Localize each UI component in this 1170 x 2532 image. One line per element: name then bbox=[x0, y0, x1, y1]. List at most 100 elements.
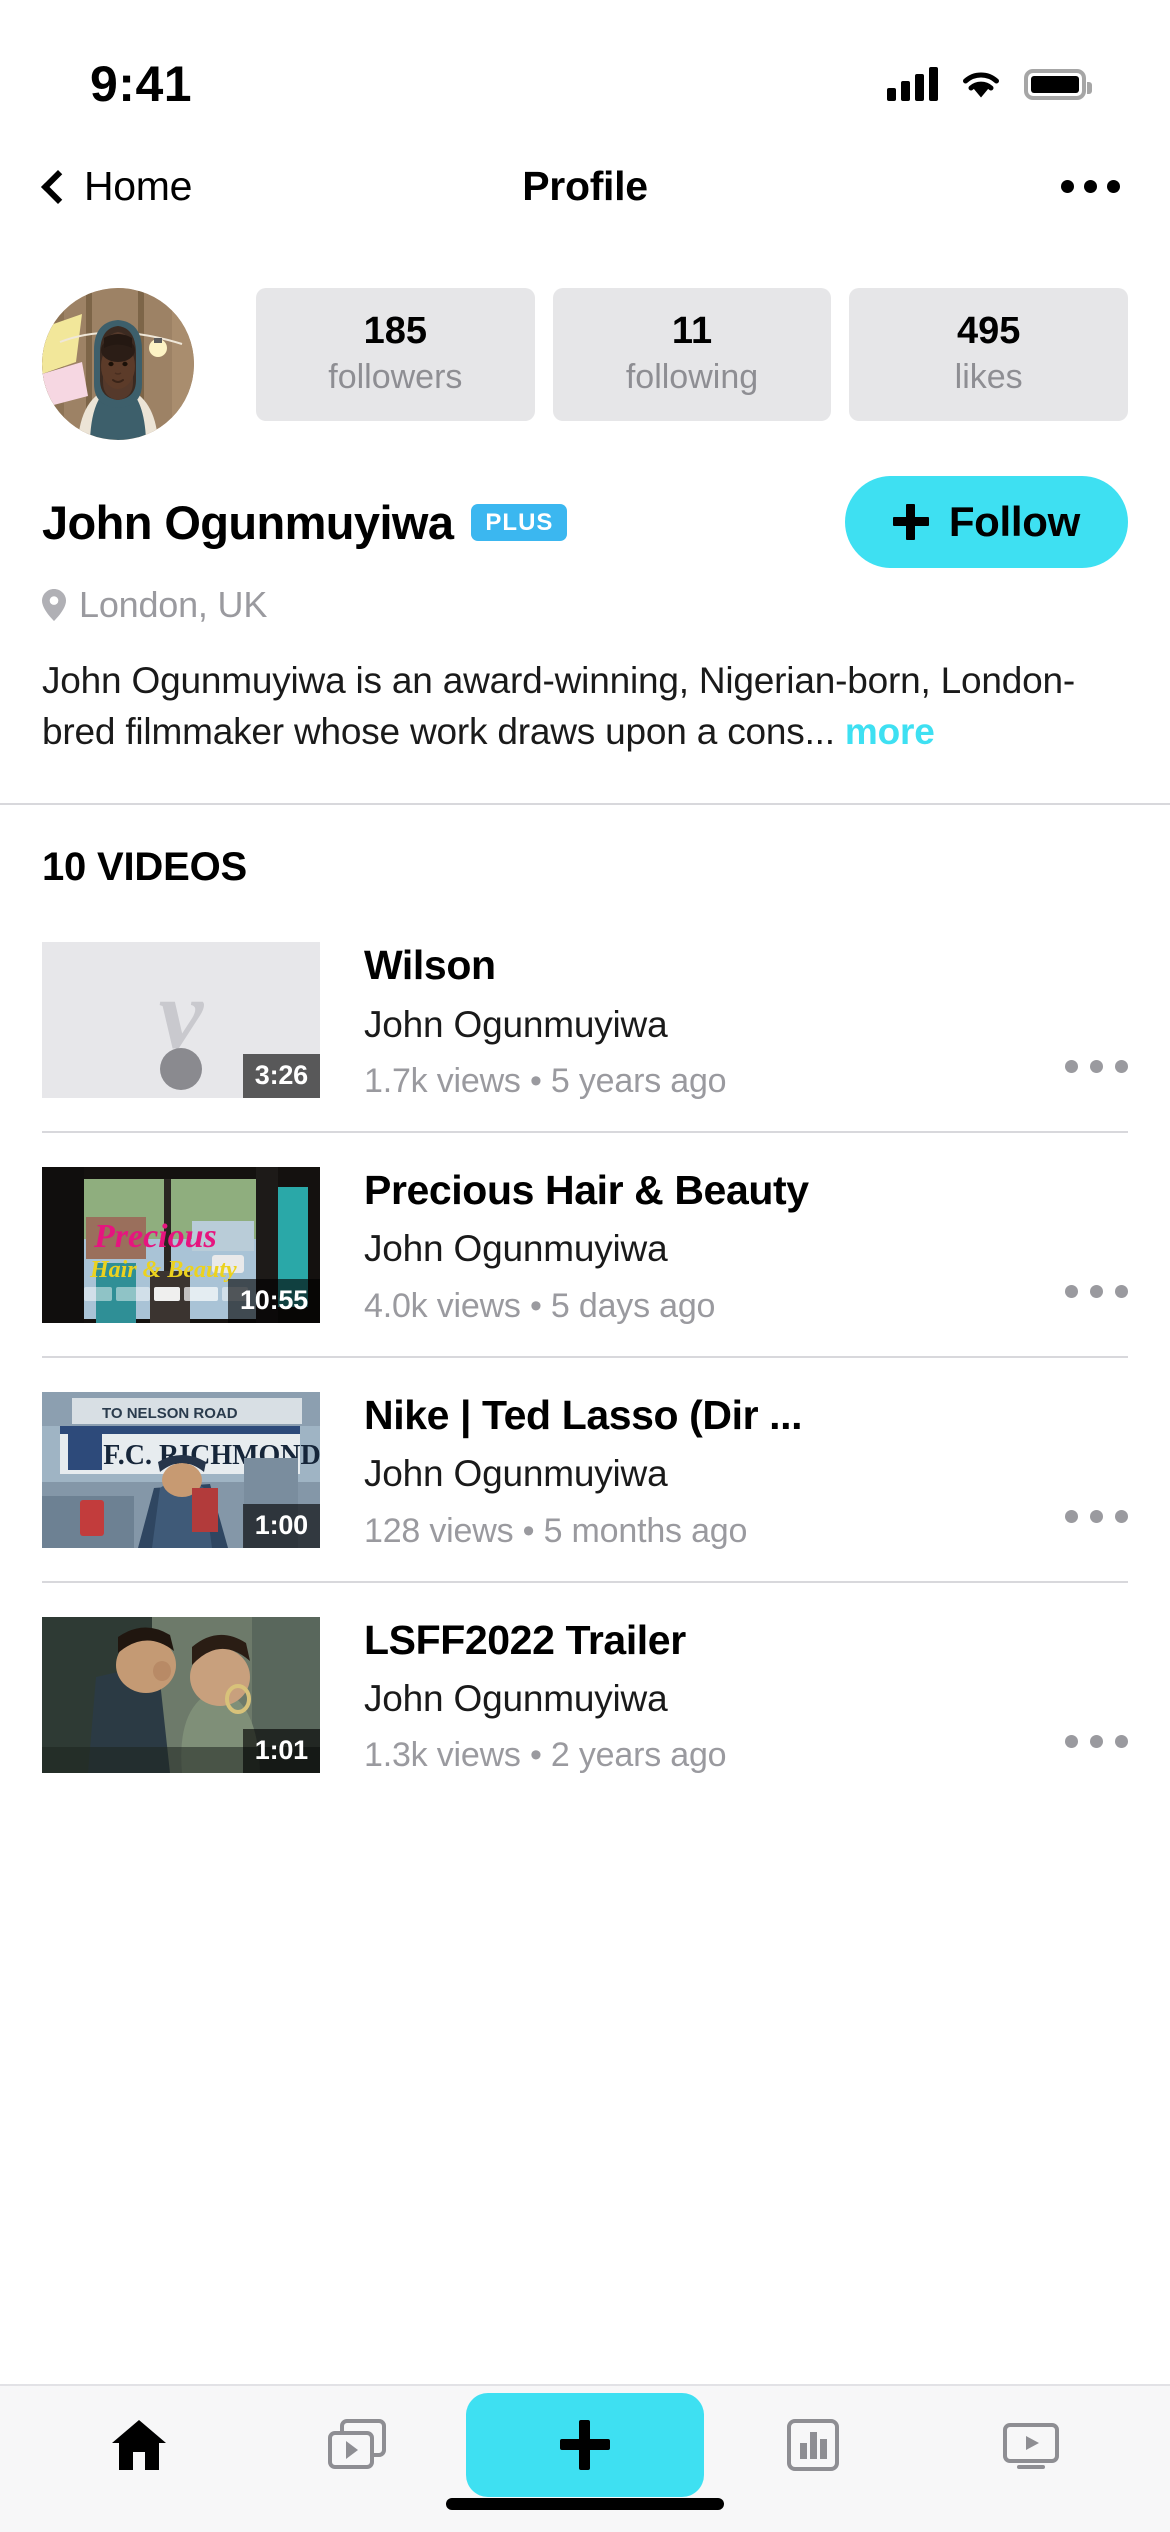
nav-bar: Home Profile bbox=[0, 138, 1170, 234]
bar-chart-icon bbox=[787, 2419, 839, 2471]
profile-header: 185 followers 11 following 495 likes bbox=[0, 234, 1170, 440]
video-row[interactable]: v 3:26 Wilson John Ogunmuyiwa 1.7k views… bbox=[0, 908, 1170, 1101]
video-duration: 3:26 bbox=[242, 1054, 320, 1099]
location-row: London, UK bbox=[0, 568, 1170, 626]
video-list: v 3:26 Wilson John Ogunmuyiwa 1.7k views… bbox=[0, 908, 1170, 1775]
video-meta: Nike | Ted Lasso (Dir ... John Ogunmuyiw… bbox=[320, 1392, 1023, 1551]
stat-likes-value: 495 bbox=[956, 310, 1021, 352]
ellipsis-icon bbox=[1115, 1734, 1128, 1748]
collections-icon bbox=[328, 2419, 386, 2469]
follow-button[interactable]: Follow bbox=[844, 476, 1128, 568]
avatar[interactable] bbox=[42, 288, 194, 440]
tv-icon bbox=[1003, 2423, 1059, 2469]
ellipsis-icon bbox=[1107, 179, 1120, 193]
stat-following[interactable]: 11 following bbox=[552, 288, 832, 422]
video-meta: Wilson John Ogunmuyiwa 1.7k views • 5 ye… bbox=[320, 942, 1023, 1101]
video-more-button[interactable] bbox=[1023, 1060, 1170, 1074]
ellipsis-icon bbox=[1115, 1509, 1128, 1523]
video-more-button[interactable] bbox=[1023, 1734, 1170, 1748]
stat-followers-value: 185 bbox=[363, 310, 428, 352]
nav-more-button[interactable] bbox=[1057, 166, 1124, 207]
ellipsis-icon bbox=[1065, 1509, 1078, 1523]
avatar-image bbox=[42, 288, 194, 440]
tab-upload[interactable] bbox=[466, 2393, 704, 2497]
video-title: Wilson bbox=[364, 942, 496, 989]
ellipsis-icon bbox=[1090, 1060, 1103, 1074]
tab-watch[interactable] bbox=[922, 2386, 1140, 2504]
video-more-button[interactable] bbox=[1023, 1285, 1170, 1299]
signal-bars-icon bbox=[887, 67, 938, 101]
ellipsis-icon bbox=[1065, 1060, 1078, 1074]
video-row[interactable]: 1:01 LSFF2022 Trailer John Ogunmuyiwa 1.… bbox=[0, 1583, 1170, 1776]
ellipsis-icon bbox=[1115, 1285, 1128, 1299]
chevron-left-icon bbox=[41, 169, 75, 204]
stat-followers[interactable]: 185 followers bbox=[256, 288, 535, 422]
stat-following-value: 11 bbox=[671, 310, 713, 352]
status-bar: 9:41 bbox=[0, 0, 1170, 138]
ellipsis-icon bbox=[1090, 1734, 1103, 1748]
wifi-icon bbox=[963, 72, 999, 98]
video-duration: 1:00 bbox=[242, 1503, 320, 1548]
video-more-button[interactable] bbox=[1023, 1509, 1170, 1523]
video-title: Precious Hair & Beauty bbox=[364, 1167, 809, 1214]
video-author: John Ogunmuyiwa bbox=[364, 1453, 668, 1495]
video-meta: Precious Hair & Beauty John Ogunmuyiwa 4… bbox=[320, 1167, 1023, 1326]
stat-followers-label: followers bbox=[328, 357, 463, 396]
tab-stats[interactable] bbox=[704, 2386, 922, 2504]
stat-likes[interactable]: 495 likes bbox=[849, 288, 1129, 422]
svg-text:Hair & Beauty: Hair & Beauty bbox=[89, 1257, 237, 1283]
plus-icon bbox=[560, 2420, 610, 2470]
video-stats: 4.0k views • 5 days ago bbox=[364, 1286, 716, 1325]
video-thumbnail[interactable]: TO NELSON ROAD A.F.C. RICHMOND 1:00 bbox=[42, 1391, 320, 1548]
location-text: London, UK bbox=[79, 584, 268, 625]
ellipsis-icon bbox=[1065, 1734, 1078, 1748]
video-author: John Ogunmuyiwa bbox=[364, 1677, 668, 1719]
svg-text:TO NELSON ROAD: TO NELSON ROAD bbox=[102, 1405, 238, 1422]
video-row[interactable]: Precious Hair & Beauty 10:55 Precious Ha… bbox=[0, 1133, 1170, 1326]
ellipsis-icon bbox=[1061, 179, 1074, 193]
bio: John Ogunmuyiwa is an award-winning, Nig… bbox=[0, 626, 1170, 757]
ellipsis-icon bbox=[1084, 179, 1097, 193]
app-screen: 9:41 Home Profile 185 followers 11 follo… bbox=[0, 0, 1170, 2532]
video-author: John Ogunmuyiwa bbox=[364, 1003, 668, 1045]
tab-library[interactable] bbox=[248, 2386, 466, 2504]
back-button-label: Home bbox=[84, 162, 193, 209]
video-title: LSFF2022 Trailer bbox=[364, 1616, 686, 1663]
svg-text:Precious: Precious bbox=[93, 1218, 217, 1255]
ellipsis-icon bbox=[1065, 1285, 1078, 1299]
ellipsis-icon bbox=[1090, 1509, 1103, 1523]
home-icon bbox=[112, 2420, 166, 2470]
status-time: 9:41 bbox=[90, 56, 193, 112]
name-wrap: John Ogunmuyiwa PLUS bbox=[42, 495, 845, 550]
stat-following-label: following bbox=[625, 357, 759, 396]
video-stats: 128 views • 5 months ago bbox=[364, 1511, 748, 1550]
name-row: John Ogunmuyiwa PLUS Follow bbox=[0, 440, 1170, 568]
video-author: John Ogunmuyiwa bbox=[364, 1228, 668, 1270]
video-thumbnail[interactable]: v 3:26 bbox=[42, 942, 320, 1099]
loading-spinner-icon bbox=[160, 1048, 202, 1091]
video-duration: 1:01 bbox=[242, 1728, 320, 1773]
tab-home[interactable] bbox=[30, 2386, 248, 2504]
video-duration: 10:55 bbox=[227, 1279, 320, 1324]
plus-badge: PLUS bbox=[471, 503, 568, 541]
video-row[interactable]: TO NELSON ROAD A.F.C. RICHMOND 1:00 Nike… bbox=[0, 1358, 1170, 1551]
ellipsis-icon bbox=[1115, 1060, 1128, 1074]
status-icons bbox=[887, 67, 1092, 101]
plus-icon bbox=[892, 504, 929, 540]
video-title: Nike | Ted Lasso (Dir ... bbox=[364, 1391, 803, 1438]
ellipsis-icon bbox=[1090, 1285, 1103, 1299]
follow-button-label: Follow bbox=[948, 498, 1080, 545]
video-thumbnail[interactable]: Precious Hair & Beauty 10:55 bbox=[42, 1167, 320, 1324]
back-button[interactable]: Home bbox=[41, 162, 193, 210]
bio-more-link[interactable]: more bbox=[845, 711, 935, 752]
video-thumbnail[interactable]: 1:01 bbox=[42, 1616, 320, 1773]
home-indicator bbox=[446, 2498, 724, 2510]
location-pin-icon bbox=[42, 589, 66, 621]
stat-likes-label: likes bbox=[954, 357, 1023, 396]
video-stats: 1.7k views • 5 years ago bbox=[364, 1062, 727, 1101]
profile-stats: 185 followers 11 following 495 likes bbox=[256, 288, 1129, 422]
display-name: John Ogunmuyiwa bbox=[42, 495, 454, 549]
videos-section-heading: 10 VIDEOS bbox=[42, 845, 247, 890]
battery-full-icon bbox=[1024, 68, 1092, 100]
video-stats: 1.3k views • 2 years ago bbox=[364, 1736, 727, 1775]
